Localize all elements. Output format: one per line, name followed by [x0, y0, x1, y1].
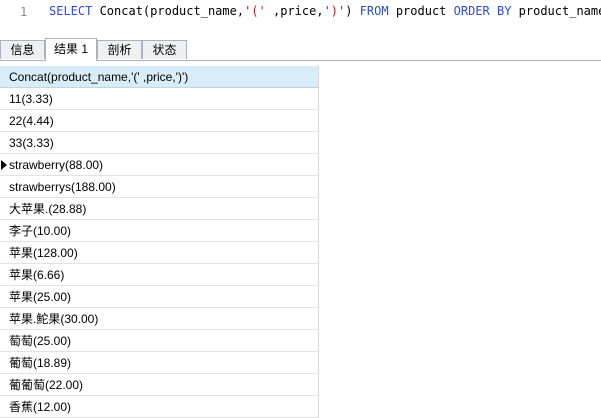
table-row[interactable]: 33(3.33)	[0, 132, 318, 154]
tab-status[interactable]: 状态	[142, 40, 187, 59]
table-row[interactable]: 李子(10.00)	[0, 220, 318, 242]
table-row[interactable]: strawberrys(188.00)	[0, 176, 318, 198]
table-cell: 33(3.33)	[9, 136, 54, 150]
sql-keyword: ORDER BY	[453, 4, 512, 18]
table-row[interactable]: 苹果(128.00)	[0, 242, 318, 264]
table-row[interactable]: 22(4.44)	[0, 110, 318, 132]
result-grid[interactable]: Concat(product_name,'(' ,price,')') 11(3…	[0, 66, 319, 418]
table-row[interactable]: 苹果.鮀果(30.00)	[0, 308, 318, 330]
sql-string: ')'	[323, 4, 346, 18]
table-row[interactable]: 11(3.33)	[0, 88, 318, 110]
table-cell: 苹果.鮀果(30.00)	[9, 312, 99, 326]
column-header[interactable]: Concat(product_name,'(' ,price,')')	[0, 66, 318, 88]
tab-info[interactable]: 信息	[0, 40, 45, 59]
table-row[interactable]: 苹果(6.66)	[0, 264, 318, 286]
tab-profile[interactable]: 剖析	[97, 40, 142, 59]
sql-text: product	[388, 4, 454, 18]
table-cell: 苹果(6.66)	[9, 268, 65, 282]
table-cell: 葡萄(18.89)	[9, 356, 72, 370]
table-row[interactable]: 大苹果.(28.88)	[0, 198, 318, 220]
table-cell: 苹果(25.00)	[9, 290, 72, 304]
sql-text: )	[345, 4, 360, 18]
tab-result-1[interactable]: 结果 1	[45, 38, 97, 61]
table-row[interactable]: 苹果(25.00)	[0, 286, 318, 308]
sql-keyword: FROM	[359, 4, 389, 18]
table-cell: 11(3.33)	[9, 92, 53, 106]
table-cell: 苹果(128.00)	[9, 246, 78, 260]
sql-text: Concat(product_name,	[92, 4, 245, 18]
result-tabs: 信息 结果 1 剖析 状态	[0, 38, 601, 61]
table-cell: 大苹果.(28.88)	[9, 202, 87, 216]
table-row[interactable]: 萄萄(25.00)	[0, 330, 318, 352]
sql-query[interactable]: SELECT Concat(product_name,'(' ,price,')…	[49, 4, 601, 18]
table-cell: 葡葡萄(22.00)	[9, 378, 84, 392]
sql-text: ,price,	[265, 4, 324, 18]
table-cell: 萄萄(25.00)	[9, 334, 72, 348]
sql-keyword: SELECT	[49, 4, 93, 18]
sql-editor[interactable]: 1 SELECT Concat(product_name,'(' ,price,…	[0, 0, 601, 30]
line-number: 1	[20, 5, 28, 19]
sql-string: '('	[244, 4, 266, 18]
table-row[interactable]: 葡萄(18.89)	[0, 352, 318, 374]
table-cell: 香蕉(12.00)	[9, 400, 72, 414]
table-cell: 李子(10.00)	[9, 224, 72, 238]
current-row-arrow-icon	[1, 160, 7, 170]
table-row[interactable]: strawberry(88.00)	[0, 154, 318, 176]
sql-text: product_name	[511, 4, 601, 18]
table-row[interactable]: 葡葡萄(22.00)	[0, 374, 318, 396]
table-cell: strawberrys(188.00)	[9, 180, 116, 194]
table-cell: strawberry(88.00)	[9, 158, 104, 172]
table-cell: 22(4.44)	[9, 114, 54, 128]
table-row[interactable]: 香蕉(12.00)	[0, 396, 318, 418]
